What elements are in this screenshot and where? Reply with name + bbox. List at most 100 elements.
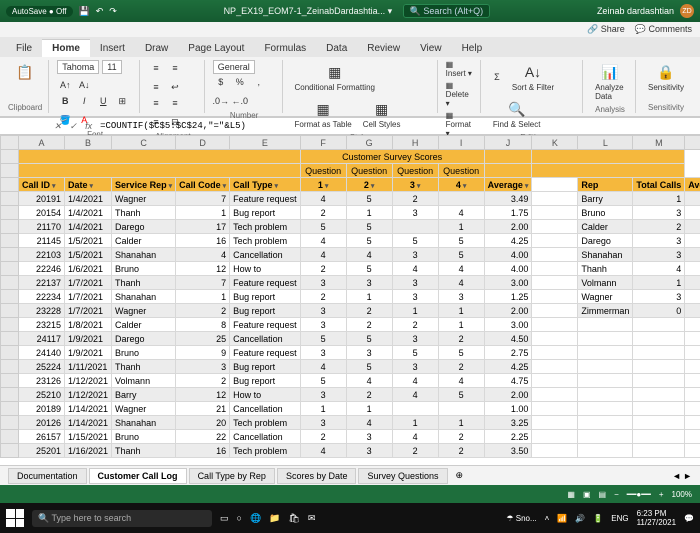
zoom-level[interactable]: 100%	[672, 490, 692, 499]
col-header-D[interactable]: D	[176, 136, 230, 150]
tab-review[interactable]: Review	[357, 40, 410, 57]
analyze-data-button[interactable]: 📊Analyze Data	[591, 60, 629, 103]
enter-formula-icon[interactable]: ✓	[66, 121, 82, 132]
col-header-G[interactable]: G	[346, 136, 392, 150]
table-row[interactable]: 232281/7/2021Wagner2Bug report32112.00Zi…	[1, 304, 700, 318]
tab-file[interactable]: File	[6, 40, 42, 57]
conditional-formatting-button[interactable]: ▦Conditional Formatting	[291, 60, 379, 94]
col-header-K[interactable]: K	[532, 136, 578, 150]
user-avatar[interactable]: ZD	[680, 4, 694, 18]
col-header-A[interactable]: A	[19, 136, 65, 150]
column-header-service_rep[interactable]: Service Rep	[112, 178, 176, 192]
fx-icon[interactable]: fx	[81, 121, 96, 131]
border-icon[interactable]: ⊞	[114, 93, 130, 109]
column-header-date[interactable]: Date	[65, 178, 112, 192]
col-header-J[interactable]: J	[484, 136, 532, 150]
side-row-rep[interactable]: Bruno	[578, 206, 633, 220]
tray-chevron-icon[interactable]: ˄	[545, 514, 550, 523]
column-header-average[interactable]: Average	[484, 178, 532, 192]
decrease-font-icon[interactable]: A↓	[76, 77, 92, 93]
autosave-toggle[interactable]: AutoSave ● Off	[6, 6, 73, 17]
share-button[interactable]: 🔗 Share	[587, 24, 625, 35]
column-header-call_id[interactable]: Call ID	[19, 178, 65, 192]
font-name-select[interactable]: Tahoma	[57, 60, 99, 74]
align-mid-icon[interactable]: ≡	[167, 60, 183, 76]
battery-icon[interactable]: 🔋	[593, 514, 603, 523]
col-header-N[interactable]: N	[685, 136, 700, 150]
col-header-H[interactable]: H	[392, 136, 438, 150]
taskbar-search[interactable]: 🔍 Type here to search	[32, 510, 212, 527]
column-header-q4[interactable]: 4	[438, 178, 484, 192]
dec-decimal-icon[interactable]: ←.0	[232, 93, 248, 109]
tab-formulas[interactable]: Formulas	[254, 40, 316, 57]
align-top-icon[interactable]: ≡	[148, 60, 164, 76]
column-header-call_type[interactable]: Call Type	[230, 178, 301, 192]
col-header-B[interactable]: B	[65, 136, 112, 150]
comments-button[interactable]: 💬 Comments	[635, 24, 692, 35]
cortana-icon[interactable]: ○	[237, 513, 242, 523]
number-format-select[interactable]: General	[213, 60, 255, 74]
column-header-q1[interactable]: 1	[300, 178, 346, 192]
paste-button[interactable]: 📋	[8, 60, 42, 84]
side-row-rep[interactable]: Thanh	[578, 262, 633, 276]
table-row[interactable]: 211701/4/2021Darego17Tech problem5512.00…	[1, 220, 700, 234]
insert-cells-button[interactable]: ▦ Insert ▾	[446, 60, 474, 78]
column-header-q3[interactable]: 3	[392, 178, 438, 192]
increase-font-icon[interactable]: A↑	[57, 77, 73, 93]
side-row-rep[interactable]: Wagner	[578, 290, 633, 304]
notifications-icon[interactable]: 💬	[684, 514, 694, 523]
user-name[interactable]: Zeinab dardashtian	[597, 6, 674, 16]
edge-icon[interactable]: 🌐	[250, 513, 261, 524]
table-row[interactable]: 252011/16/2021Thanh16Tech problem43223.5…	[1, 444, 700, 458]
view-normal-icon[interactable]: ▦	[567, 490, 575, 499]
task-view-icon[interactable]: ▭	[220, 513, 229, 524]
sheet-tab-call-type-by-rep[interactable]: Call Type by Rep	[189, 468, 275, 484]
italic-icon[interactable]: I	[76, 93, 92, 109]
weather-widget[interactable]: ☂ Sno...	[506, 514, 536, 523]
search-box[interactable]: 🔍 Search (Alt+Q)	[403, 4, 491, 18]
wifi-icon[interactable]: 📶	[557, 514, 567, 523]
table-row[interactable]: 211451/5/2021Calder16Tech problem45554.2…	[1, 234, 700, 248]
underline-icon[interactable]: U	[95, 93, 111, 109]
col-header-E[interactable]: E	[230, 136, 301, 150]
tab-home[interactable]: Home	[42, 39, 90, 57]
column-header-call_code[interactable]: Call Code	[176, 178, 230, 192]
scroll-left-icon[interactable]: ◄	[672, 471, 681, 481]
col-header-L[interactable]: L	[578, 136, 633, 150]
col-header-I[interactable]: I	[438, 136, 484, 150]
table-row[interactable]: 221031/5/2021Shanahan4Cancellation44354.…	[1, 248, 700, 262]
table-row[interactable]: 201911/4/2021Wagner7Feature request4523.…	[1, 192, 700, 206]
delete-cells-button[interactable]: ▦ Delete ▾	[446, 81, 474, 108]
scroll-right-icon[interactable]: ►	[683, 471, 692, 481]
table-row[interactable]: 222461/6/2021Bruno12How to25444.00Thanh4…	[1, 262, 700, 276]
start-button[interactable]	[6, 509, 24, 527]
tab-draw[interactable]: Draw	[135, 40, 178, 57]
tab-view[interactable]: View	[410, 40, 452, 57]
table-row[interactable]: 261571/15/2021Bruno22Cancellation23422.2…	[1, 430, 700, 444]
col-header-M[interactable]: M	[633, 136, 685, 150]
tab-insert[interactable]: Insert	[90, 40, 135, 57]
table-row[interactable]: 222341/7/2021Shanahan1Bug report21331.25…	[1, 290, 700, 304]
redo-icon[interactable]: ↷	[109, 6, 117, 17]
view-break-icon[interactable]: ▤	[599, 490, 607, 499]
save-icon[interactable]: 💾	[79, 6, 90, 17]
table-row[interactable]: 241171/9/2021Darego25Cancellation55324.5…	[1, 332, 700, 346]
store-icon[interactable]: 🛍	[288, 513, 299, 524]
align-bot-icon[interactable]: ≡	[148, 79, 164, 95]
undo-icon[interactable]: ↶	[96, 6, 104, 17]
align-center-icon[interactable]: ≡	[167, 95, 183, 111]
autosum-icon[interactable]: Σ	[489, 69, 505, 85]
col-header-C[interactable]: C	[112, 136, 176, 150]
language-indicator[interactable]: ENG	[611, 514, 628, 523]
mail-icon[interactable]: ✉	[308, 513, 316, 524]
table-row[interactable]: 231261/12/2021Volmann2Bug report54444.75	[1, 374, 700, 388]
wrap-text-icon[interactable]: ↩	[167, 79, 183, 95]
side-row-rep[interactable]: Volmann	[578, 276, 633, 290]
sheet-tab-survey-questions[interactable]: Survey Questions	[358, 468, 447, 484]
volume-icon[interactable]: 🔊	[575, 514, 585, 523]
sheet-tab-scores-by-date[interactable]: Scores by Date	[277, 468, 357, 484]
percent-icon[interactable]: %	[232, 74, 248, 90]
zoom-out-icon[interactable]: −	[614, 490, 619, 499]
side-row-rep[interactable]: Barry	[578, 192, 633, 206]
sheet-tab-customer-call-log[interactable]: Customer Call Log	[89, 468, 187, 484]
